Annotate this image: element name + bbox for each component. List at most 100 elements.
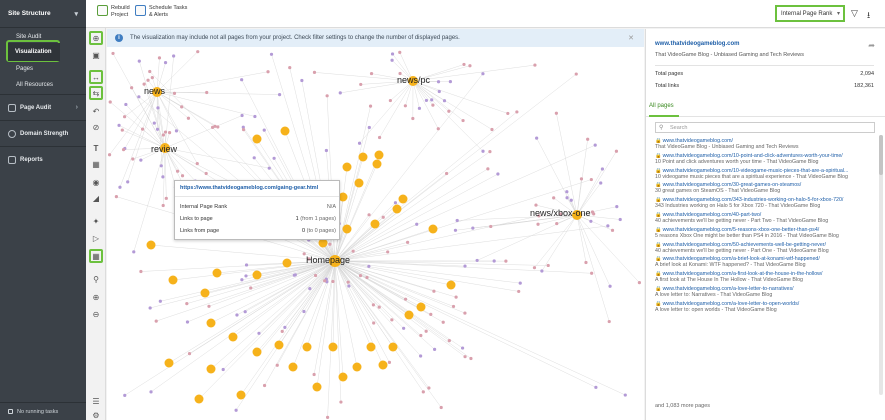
- page-node-major[interactable]: [200, 288, 210, 298]
- page-node[interactable]: [390, 52, 395, 56]
- share-icon[interactable]: ➦: [868, 41, 875, 50]
- page-node[interactable]: [424, 329, 428, 333]
- frame-tool[interactable]: ▦: [89, 157, 103, 171]
- page-node-major[interactable]: [378, 360, 388, 370]
- page-node[interactable]: [137, 95, 141, 99]
- page-node[interactable]: [221, 367, 225, 372]
- settings-tool[interactable]: ⚙: [89, 408, 103, 420]
- page-node-major[interactable]: [274, 340, 284, 350]
- node-label-homepage[interactable]: Homepage: [306, 255, 350, 265]
- sidebar-item-site-audit[interactable]: Site Audit: [0, 30, 86, 43]
- page-node[interactable]: [552, 196, 556, 200]
- sidebar-section-page-audit[interactable]: Page Audit ›: [0, 94, 86, 120]
- schedule-tasks-button[interactable]: Schedule Tasks & Alerts: [135, 5, 187, 18]
- page-node[interactable]: [462, 62, 466, 67]
- page-node[interactable]: [437, 89, 441, 94]
- page-node[interactable]: [486, 167, 490, 171]
- page-node[interactable]: [555, 221, 559, 226]
- page-node[interactable]: [424, 98, 429, 103]
- node-label-news-xbox-one[interactable]: news/xbox-one: [530, 208, 591, 218]
- page-node-major[interactable]: [206, 318, 216, 328]
- page-node[interactable]: [120, 128, 124, 132]
- page-node[interactable]: [618, 217, 622, 222]
- page-node[interactable]: [600, 167, 605, 171]
- page-node[interactable]: [216, 125, 220, 129]
- page-node-major[interactable]: [416, 302, 426, 312]
- page-node[interactable]: [469, 356, 473, 361]
- page-node[interactable]: [610, 228, 615, 232]
- page-node[interactable]: [433, 347, 437, 351]
- page-node[interactable]: [167, 131, 172, 135]
- page-node[interactable]: [481, 149, 485, 153]
- page-node-major[interactable]: [194, 394, 204, 404]
- page-node[interactable]: [607, 319, 611, 324]
- play-tool[interactable]: ▷: [89, 231, 103, 245]
- page-node[interactable]: [172, 54, 176, 58]
- page-node[interactable]: [517, 289, 521, 294]
- page-node[interactable]: [381, 215, 385, 219]
- page-node[interactable]: [637, 281, 642, 285]
- page-node-major[interactable]: [372, 159, 382, 169]
- page-node[interactable]: [447, 109, 451, 113]
- page-node[interactable]: [417, 106, 422, 110]
- page-node[interactable]: [367, 264, 371, 268]
- page-node-major[interactable]: [338, 372, 348, 382]
- page-node[interactable]: [114, 195, 118, 199]
- page-node[interactable]: [402, 326, 406, 330]
- sidebar-section-domain-strength[interactable]: Domain Strength: [0, 120, 86, 146]
- page-node-major[interactable]: [280, 126, 290, 136]
- page-node[interactable]: [324, 148, 328, 153]
- page-node[interactable]: [117, 123, 121, 127]
- tooltip-url[interactable]: https://www.thatvideogameblog.com/gaing-…: [180, 185, 318, 191]
- page-node-major[interactable]: [252, 134, 262, 144]
- page-node[interactable]: [302, 309, 306, 314]
- page-node[interactable]: [252, 156, 256, 160]
- page-node[interactable]: [574, 72, 578, 76]
- page-node[interactable]: [172, 91, 177, 96]
- page-node[interactable]: [244, 274, 248, 278]
- page-node[interactable]: [367, 125, 371, 130]
- page-node[interactable]: [623, 393, 627, 397]
- page-node[interactable]: [186, 116, 191, 120]
- page-node[interactable]: [614, 149, 619, 153]
- page-node[interactable]: [158, 299, 162, 303]
- page-node[interactable]: [280, 329, 284, 333]
- page-node[interactable]: [124, 102, 128, 107]
- page-node[interactable]: [377, 135, 382, 140]
- page-node[interactable]: [300, 78, 304, 83]
- page-node[interactable]: [532, 266, 537, 270]
- page-node[interactable]: [481, 72, 485, 76]
- page-node-major[interactable]: [212, 268, 222, 278]
- page-node[interactable]: [455, 218, 459, 223]
- page-node[interactable]: [244, 263, 249, 267]
- page-node[interactable]: [150, 76, 154, 80]
- page-node[interactable]: [589, 177, 593, 182]
- page-node[interactable]: [164, 196, 168, 200]
- page-node[interactable]: [411, 116, 415, 121]
- page-node[interactable]: [288, 66, 292, 70]
- page-node[interactable]: [108, 100, 112, 104]
- page-node[interactable]: [272, 156, 276, 160]
- page-node[interactable]: [123, 115, 127, 119]
- page-node-major[interactable]: [388, 342, 398, 352]
- page-node[interactable]: [504, 259, 508, 263]
- page-node[interactable]: [323, 279, 327, 283]
- page-node[interactable]: [275, 363, 279, 367]
- page-node[interactable]: [406, 240, 410, 244]
- search-input[interactable]: ⚲ Search: [655, 122, 875, 133]
- page-node[interactable]: [187, 351, 192, 356]
- page-node-major[interactable]: [366, 342, 376, 352]
- page-node-major[interactable]: [398, 194, 408, 204]
- page-node[interactable]: [185, 320, 190, 324]
- page-node[interactable]: [463, 355, 467, 359]
- page-url[interactable]: 🔒www.thatvideogameblog.com/10-videogame-…: [655, 168, 877, 174]
- page-node[interactable]: [130, 86, 134, 90]
- page-node[interactable]: [584, 260, 588, 265]
- page-node[interactable]: [569, 198, 573, 202]
- page-node-major[interactable]: [404, 310, 414, 320]
- page-node[interactable]: [589, 219, 593, 223]
- page-node[interactable]: [506, 111, 510, 116]
- page-node[interactable]: [453, 228, 458, 232]
- page-node[interactable]: [121, 148, 126, 152]
- list-item[interactable]: 🔒www.thatvideogameblog.com/a-brief-look-…: [655, 256, 877, 270]
